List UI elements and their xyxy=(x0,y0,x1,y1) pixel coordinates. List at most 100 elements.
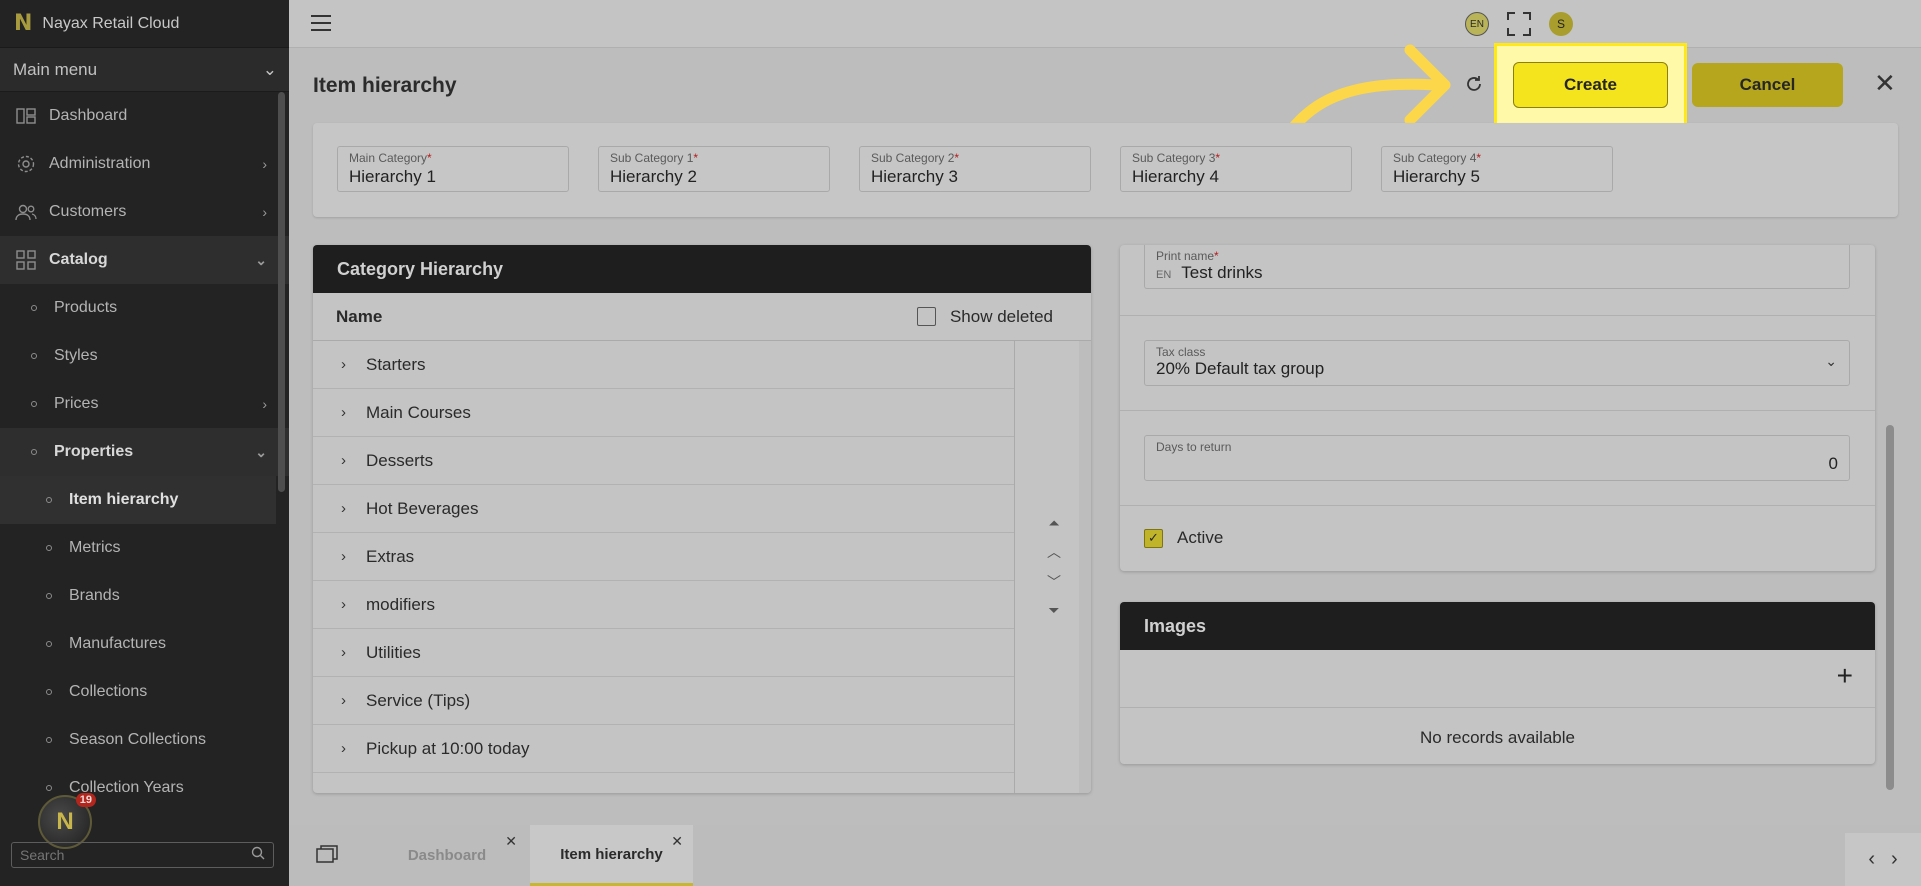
chevron-left-icon[interactable]: ‹ xyxy=(1868,848,1875,871)
show-deleted-toggle[interactable]: Show deleted xyxy=(916,307,1053,327)
search-icon[interactable] xyxy=(251,846,265,865)
tab-item-hierarchy[interactable]: Item hierarchy ✕ xyxy=(530,825,693,886)
add-image-icon[interactable]: + xyxy=(1837,662,1853,690)
create-button[interactable]: Create xyxy=(1513,62,1668,108)
sidebar-search[interactable] xyxy=(11,842,274,868)
show-deleted-checkbox[interactable] xyxy=(916,307,936,326)
main-category-field[interactable]: Main Category* Hierarchy 1 xyxy=(337,146,569,192)
close-icon[interactable]: ✕ xyxy=(671,833,683,850)
list-item[interactable]: › modifiers xyxy=(313,581,1014,629)
move-top-icon[interactable]: ⏶ xyxy=(1048,515,1059,532)
days-to-return-field[interactable]: Days to return 0 xyxy=(1144,435,1850,481)
chevron-right-icon[interactable]: › xyxy=(341,452,355,469)
language-selector[interactable]: EN xyxy=(1465,12,1489,36)
sub-category-3-field[interactable]: Sub Category 3* Hierarchy 4 xyxy=(1120,146,1352,192)
scrollbar-thumb[interactable] xyxy=(1886,425,1894,790)
sidebar-item-catalog[interactable]: Catalog ⌄ xyxy=(0,236,289,284)
active-toggle[interactable]: ✓ Active xyxy=(1144,528,1223,548)
sidebar-item-styles[interactable]: Styles xyxy=(0,332,289,380)
images-panel: Images + No records available xyxy=(1120,602,1875,764)
chevron-right-icon[interactable]: › xyxy=(341,356,355,373)
sidebar-item-label: Properties xyxy=(54,443,134,460)
bullet-icon xyxy=(46,785,52,791)
chevron-right-icon[interactable]: › xyxy=(341,740,355,757)
divider xyxy=(1120,505,1875,506)
nayax-logo: N xyxy=(14,11,33,36)
sidebar-scrollbar[interactable] xyxy=(278,92,285,492)
chevron-down-icon: ⌄ xyxy=(255,443,267,460)
notifications-button[interactable]: N 19 xyxy=(38,793,96,849)
sidebar-item-dashboard[interactable]: Dashboard xyxy=(0,92,289,140)
chevron-right-icon[interactable]: › xyxy=(341,644,355,661)
tax-class-select[interactable]: Tax class 20% Default tax group ⌄ xyxy=(1144,340,1850,386)
move-bottom-icon[interactable]: ⏷ xyxy=(1048,602,1059,619)
sidebar-item-label: Customers xyxy=(49,203,127,220)
sidebar-nav: Dashboard Administration › Customers › C… xyxy=(0,92,289,812)
bullet-icon xyxy=(31,449,37,455)
list-item[interactable]: › Extras xyxy=(313,533,1014,581)
bullet-icon xyxy=(46,497,52,503)
main-menu-toggle[interactable]: Main menu ⌄ xyxy=(0,48,289,92)
field-label: Sub Category 3 xyxy=(1132,151,1216,165)
bullet-icon xyxy=(46,641,52,647)
notification-badge: 19 xyxy=(75,793,96,807)
divider xyxy=(1120,410,1875,411)
field-label: Days to return xyxy=(1156,440,1232,454)
list-item[interactable]: › Desserts xyxy=(313,437,1014,485)
list-item[interactable]: › Main Courses xyxy=(313,389,1014,437)
list-item[interactable]: › Pickup at 10:00 today xyxy=(313,725,1014,773)
field-value: Hierarchy 4 xyxy=(1132,167,1219,186)
chevron-right-icon[interactable]: › xyxy=(341,692,355,709)
search-input[interactable] xyxy=(20,847,240,863)
windows-icon[interactable] xyxy=(316,845,338,868)
refresh-icon[interactable] xyxy=(1464,74,1484,100)
move-down-icon[interactable]: ﹀ xyxy=(1047,572,1061,592)
sidebar-item-season-collections[interactable]: Season Collections xyxy=(0,716,289,764)
list-item[interactable]: › Service (Tips) xyxy=(313,677,1014,725)
chevron-down-icon: ⌄ xyxy=(262,59,277,79)
cancel-button[interactable]: Cancel xyxy=(1692,63,1843,107)
sidebar-item-collections[interactable]: Collections xyxy=(0,668,289,716)
chevron-right-icon[interactable]: › xyxy=(341,596,355,613)
sidebar-item-label: Season Collections xyxy=(69,731,206,748)
active-checkbox[interactable]: ✓ xyxy=(1144,528,1163,548)
chevron-right-icon: › xyxy=(262,204,267,220)
sidebar-item-item-hierarchy[interactable]: Item hierarchy xyxy=(0,476,276,524)
sidebar-item-manufactures[interactable]: Manufactures xyxy=(0,620,289,668)
sub-category-1-field[interactable]: Sub Category 1* Hierarchy 2 xyxy=(598,146,830,192)
sidebar-item-metrics[interactable]: Metrics xyxy=(0,524,289,572)
hierarchy-scrollbar[interactable] xyxy=(1079,341,1091,793)
sidebar-item-properties[interactable]: Properties ⌄ xyxy=(0,428,289,476)
tab-dashboard[interactable]: Dashboard ✕ xyxy=(367,825,527,886)
details-scrollbar[interactable] xyxy=(1885,245,1895,793)
close-icon[interactable]: ✕ xyxy=(505,833,517,850)
panel-title: Category Hierarchy xyxy=(313,245,1091,293)
sidebar-item-administration[interactable]: Administration › xyxy=(0,140,289,188)
sub-category-2-field[interactable]: Sub Category 2* Hierarchy 3 xyxy=(859,146,1091,192)
sidebar-item-label: Collections xyxy=(69,683,148,700)
close-icon[interactable]: ✕ xyxy=(1874,70,1896,96)
category-hierarchy-panel: Category Hierarchy Name Show deleted › St… xyxy=(313,245,1091,793)
list-item[interactable]: › Utilities xyxy=(313,629,1014,677)
chevron-right-icon[interactable]: › xyxy=(341,404,355,421)
sidebar-item-customers[interactable]: Customers › xyxy=(0,188,289,236)
sub-category-4-field[interactable]: Sub Category 4* Hierarchy 5 xyxy=(1381,146,1613,192)
sidebar-item-prices[interactable]: Prices › xyxy=(0,380,289,428)
sidebar: N Nayax Retail Cloud Main menu ⌄ Dashboa… xyxy=(0,0,289,886)
chevron-right-icon[interactable]: › xyxy=(341,548,355,565)
bullet-icon xyxy=(46,689,52,695)
brand[interactable]: N Nayax Retail Cloud xyxy=(0,0,289,48)
move-up-icon[interactable]: ︿ xyxy=(1047,542,1061,562)
user-avatar[interactable]: S xyxy=(1549,12,1573,36)
hamburger-menu-icon[interactable] xyxy=(311,15,331,31)
sidebar-item-brands[interactable]: Brands xyxy=(0,572,289,620)
fullscreen-icon[interactable] xyxy=(1507,12,1531,36)
chevron-right-icon[interactable]: › xyxy=(1891,848,1898,871)
list-item[interactable]: › Starters xyxy=(313,341,1014,389)
sidebar-item-products[interactable]: Products xyxy=(0,284,289,332)
print-name-field[interactable]: Print name* EN Test drinks xyxy=(1144,245,1850,289)
sidebar-item-label: Brands xyxy=(69,587,120,604)
field-value: 20% Default tax group xyxy=(1156,359,1325,378)
chevron-right-icon[interactable]: › xyxy=(341,500,355,517)
list-item[interactable]: › Hot Beverages xyxy=(313,485,1014,533)
